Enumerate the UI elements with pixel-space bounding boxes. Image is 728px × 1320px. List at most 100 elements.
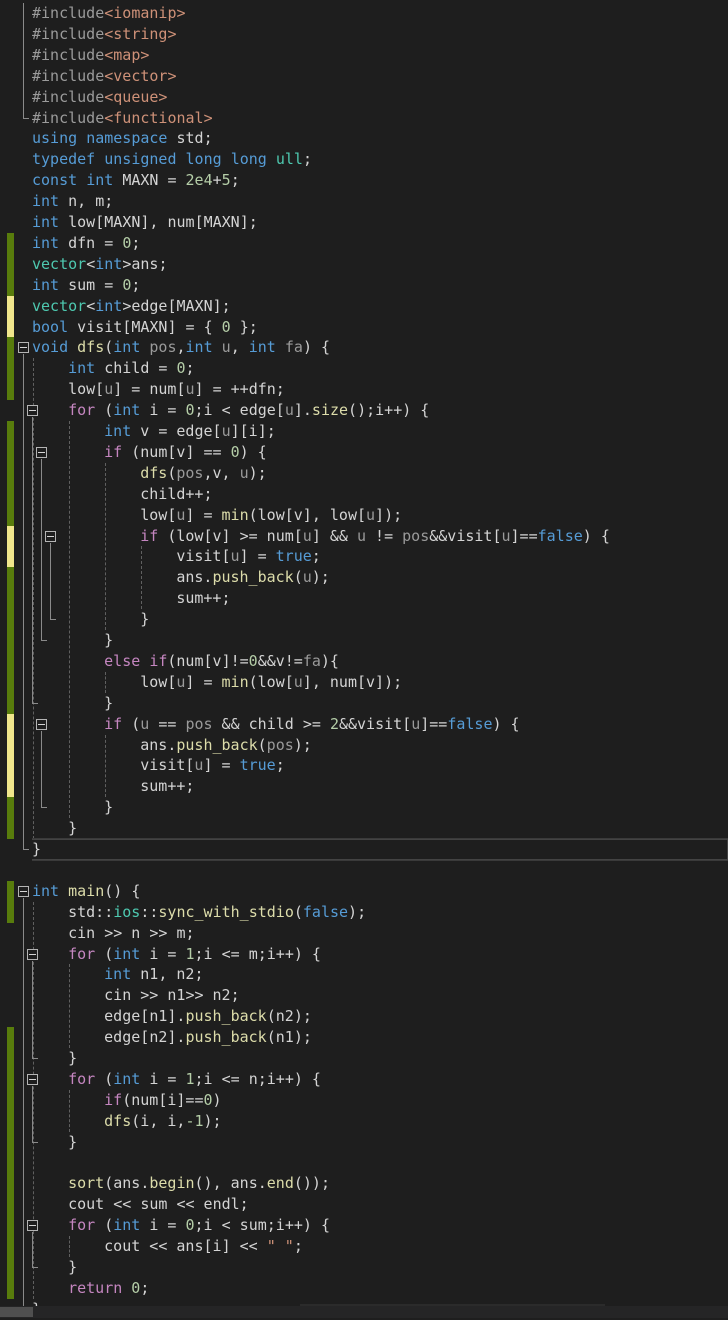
code-line[interactable]: const int MAXN = 2e4+5;: [0, 170, 240, 191]
code-token-punc: [95, 359, 104, 377]
horizontal-scrollbar-thumb[interactable]: [0, 1307, 33, 1317]
code-token-punc: );: [293, 735, 312, 754]
code-token-ctl: if: [104, 714, 123, 733]
code-token-id: i: [203, 401, 213, 420]
code-token-punc: ;: [311, 547, 321, 566]
code-line[interactable]: cin >> n1>> n2;: [0, 985, 239, 1006]
code-line[interactable]: for (int i = 1;i <= n;i++) {: [0, 1069, 321, 1090]
code-token-punc: ){: [320, 651, 339, 670]
code-line[interactable]: cout << ans[i] << " ";: [0, 1236, 303, 1257]
code-line[interactable]: dfs(i, i,-1);: [0, 1111, 221, 1132]
code-token-punc: +: [212, 171, 222, 190]
code-token-id: edge: [176, 422, 213, 440]
code-token-punc: (: [122, 1090, 132, 1109]
fold-range-end: [32, 1267, 38, 1268]
code-token-id: low: [176, 526, 204, 545]
fold-collapse-icon[interactable]: [27, 405, 38, 417]
code-line[interactable]: vector<int>edge[MAXN];: [0, 296, 231, 317]
code-token-punc: (: [257, 735, 267, 754]
code-line[interactable]: }: [0, 1048, 77, 1069]
code-line[interactable]: int low[MAXN], num[MAXN];: [0, 212, 258, 233]
code-line[interactable]: cout << sum << endl;: [0, 1194, 249, 1215]
code-line[interactable]: if (u == pos && child >= 2&&visit[u]==fa…: [0, 714, 519, 735]
horizontal-scrollbar[interactable]: [0, 1306, 728, 1318]
fold-collapse-icon[interactable]: [27, 1220, 38, 1232]
code-token-punc: (: [248, 505, 258, 524]
code-line[interactable]: typedef unsigned long long ull;: [0, 149, 312, 170]
code-line[interactable]: }: [0, 818, 77, 839]
code-line[interactable]: for (int i = 0;i < sum;i++) {: [0, 1215, 330, 1236]
code-token-punc: ] =: [185, 672, 222, 691]
code-token-kw: const: [32, 171, 78, 190]
fold-collapse-icon[interactable]: [27, 1073, 38, 1085]
code-line[interactable]: sort(ans.begin(), ans.end());: [0, 1173, 330, 1194]
code-token-id: sum: [140, 777, 168, 796]
fold-collapse-icon[interactable]: [18, 342, 29, 354]
code-token-punc: [68, 338, 77, 356]
code-line[interactable]: for (int i = 0;i < edge[u].size();i++) {: [0, 400, 429, 421]
code-line[interactable]: void dfs(int pos,int u, int fa) {: [0, 337, 330, 358]
code-token-punc: ==: [149, 714, 186, 733]
fold-collapse-icon[interactable]: [36, 718, 47, 730]
fold-range-end: [50, 619, 56, 621]
code-line[interactable]: int v = edge[u][i];: [0, 421, 276, 442]
code-token-kw: using: [32, 129, 78, 148]
code-line[interactable]: bool visit[MAXN] = { 0 };: [0, 317, 258, 338]
code-token-id: ans: [113, 1174, 141, 1193]
code-line[interactable]: }: [0, 1132, 77, 1153]
code-folding-column[interactable]: [14, 0, 56, 1310]
code-token-punc: ;: [131, 233, 141, 252]
code-token-id: i: [266, 944, 276, 963]
fold-collapse-icon[interactable]: [27, 948, 38, 960]
code-line[interactable]: std::ios::sync_with_stdio(false);: [0, 902, 366, 923]
code-token-punc: );: [293, 1028, 312, 1047]
code-line[interactable]: else if(num[v]!=0&&v!=fa){: [0, 651, 339, 672]
code-token-kw: typedef: [32, 150, 96, 169]
code-text-layer[interactable]: #include<iomanip> #include<string> #includ…: [0, 0, 728, 1318]
code-token-id: n: [248, 1069, 258, 1088]
code-token-punc: (: [293, 568, 303, 587]
code-token-fn: sort: [68, 1174, 105, 1193]
code-line[interactable]: visit[u] = true;: [0, 755, 285, 776]
code-token-kw: false: [447, 714, 493, 733]
code-token-kw: namespace: [86, 129, 168, 148]
code-token-punc: );: [293, 1007, 312, 1026]
fold-collapse-icon[interactable]: [45, 530, 56, 542]
code-line[interactable]: low[u] = min(low[u], num[v]);: [0, 672, 402, 693]
code-line[interactable]: low[u] = min(low[v], low[u]);: [0, 505, 402, 526]
code-line[interactable]: edge[n1].push_back(n2);: [0, 1006, 312, 1027]
code-line[interactable]: if(num[i]==0): [0, 1090, 221, 1111]
code-token-fn: dfs: [77, 338, 105, 357]
code-token-id: visit: [140, 756, 186, 775]
code-token-kw: int: [113, 401, 141, 420]
fold-collapse-icon[interactable]: [18, 885, 29, 897]
code-line[interactable]: }: [0, 1257, 77, 1278]
code-line[interactable]: visit[u] = true;: [0, 546, 321, 567]
code-line[interactable]: edge[n2].push_back(n1);: [0, 1027, 312, 1048]
code-token-kw: long: [230, 150, 267, 169]
code-token-punc: [113, 171, 122, 189]
code-token-punc: ++) {: [275, 944, 321, 963]
code-token-punc: [: [356, 672, 367, 691]
code-token-punc: (: [266, 1028, 276, 1047]
code-token-num: 0: [248, 651, 258, 670]
code-line[interactable]: if (low[v] >= num[u] && u != pos&&visit[…: [0, 526, 610, 547]
code-line[interactable]: for (int i = 1;i <= m;i++) {: [0, 944, 321, 965]
code-line[interactable]: dfs(pos,v, u);: [0, 463, 266, 484]
code-token-kw: false: [302, 902, 349, 921]
code-token-kw: unsigned: [104, 150, 177, 169]
code-token-kw: int: [32, 881, 60, 900]
fold-collapse-icon[interactable]: [36, 446, 47, 458]
code-token-punc: (: [293, 902, 303, 921]
code-token-hdr: <functional>: [104, 108, 213, 127]
code-token-id: sum: [176, 589, 204, 608]
code-token-punc: ].: [167, 1028, 186, 1047]
code-line[interactable]: low[u] = num[u] = ++dfn;: [0, 379, 285, 400]
code-token-punc: [: [167, 505, 177, 524]
code-line[interactable]: ans.push_back(pos);: [0, 735, 312, 756]
code-token-punc: ;: [257, 1069, 267, 1088]
code-line[interactable]: sum++;: [0, 588, 230, 609]
code-editor[interactable]: #include<iomanip> #include<string> #includ…: [0, 0, 728, 1318]
code-token-pp: #include: [32, 45, 105, 64]
code-token-num: 0: [230, 442, 240, 461]
